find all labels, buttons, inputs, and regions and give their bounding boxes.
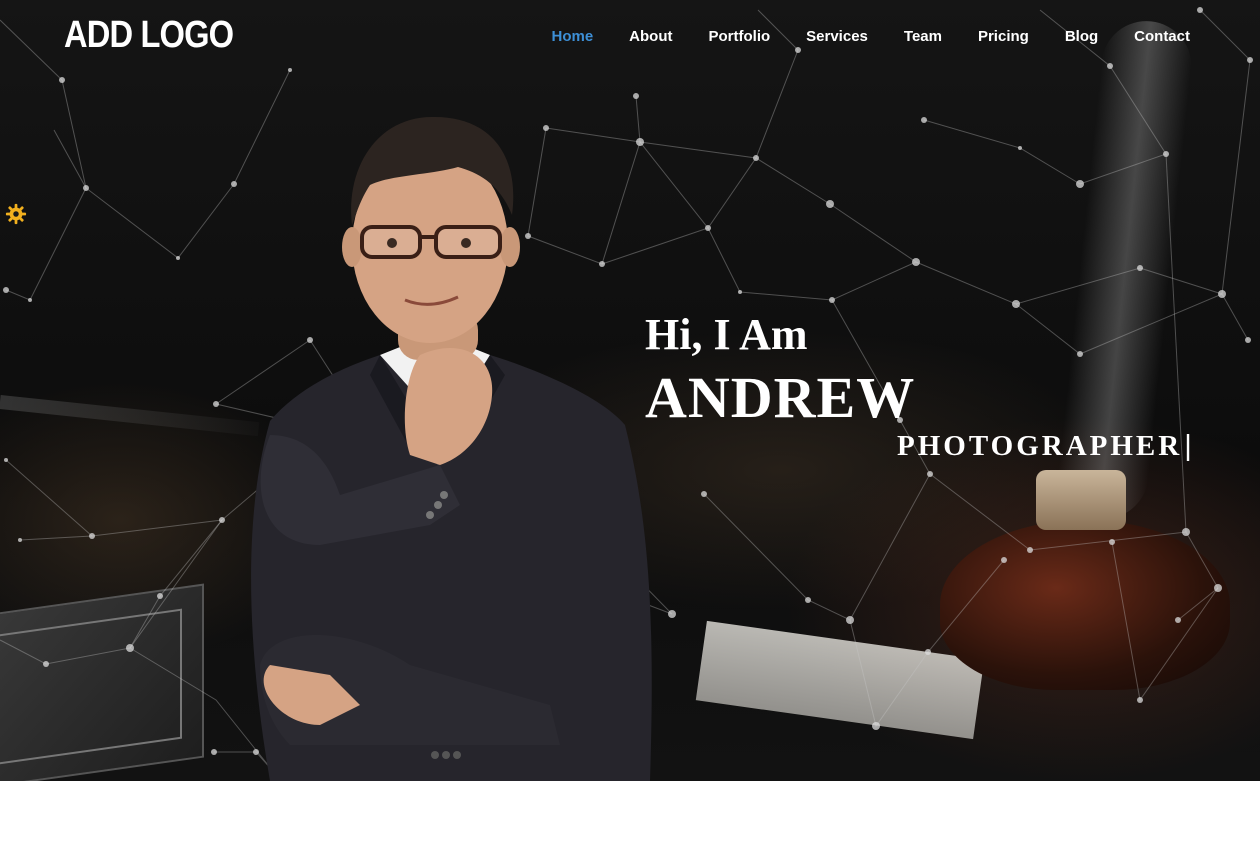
portrait-photo — [251, 116, 652, 781]
hero-role: PHOTOGRAPHER| — [897, 430, 1195, 463]
hero-name: ANDREW — [645, 365, 916, 430]
navbar: ADD LOGO Home About Portfolio Services T… — [0, 0, 1260, 76]
gear-icon[interactable] — [5, 203, 27, 225]
site-logo[interactable]: ADD LOGO — [64, 14, 234, 57]
nav-link-pricing[interactable]: Pricing — [960, 28, 1047, 45]
nav-link-contact[interactable]: Contact — [1116, 28, 1208, 45]
hero-role-text: PHOTOGRAPHER — [897, 430, 1183, 462]
hero-greeting: Hi, I Am — [645, 310, 808, 359]
nav-link-services[interactable]: Services — [788, 28, 886, 45]
nav-link-portfolio[interactable]: Portfolio — [691, 28, 789, 45]
content-area — [0, 781, 1260, 848]
nav-link-blog[interactable]: Blog — [1047, 28, 1116, 45]
nav-link-about[interactable]: About — [611, 28, 690, 45]
nav-menu: Home About Portfolio Services Team Prici… — [533, 28, 1208, 45]
hero-section: ADD LOGO Home About Portfolio Services T… — [0, 0, 1260, 781]
nav-link-team[interactable]: Team — [886, 28, 960, 45]
nav-link-home[interactable]: Home — [533, 28, 611, 45]
hero-headline: Hi, I Am ANDREW — [645, 310, 915, 430]
typing-cursor: | — [1184, 430, 1195, 462]
